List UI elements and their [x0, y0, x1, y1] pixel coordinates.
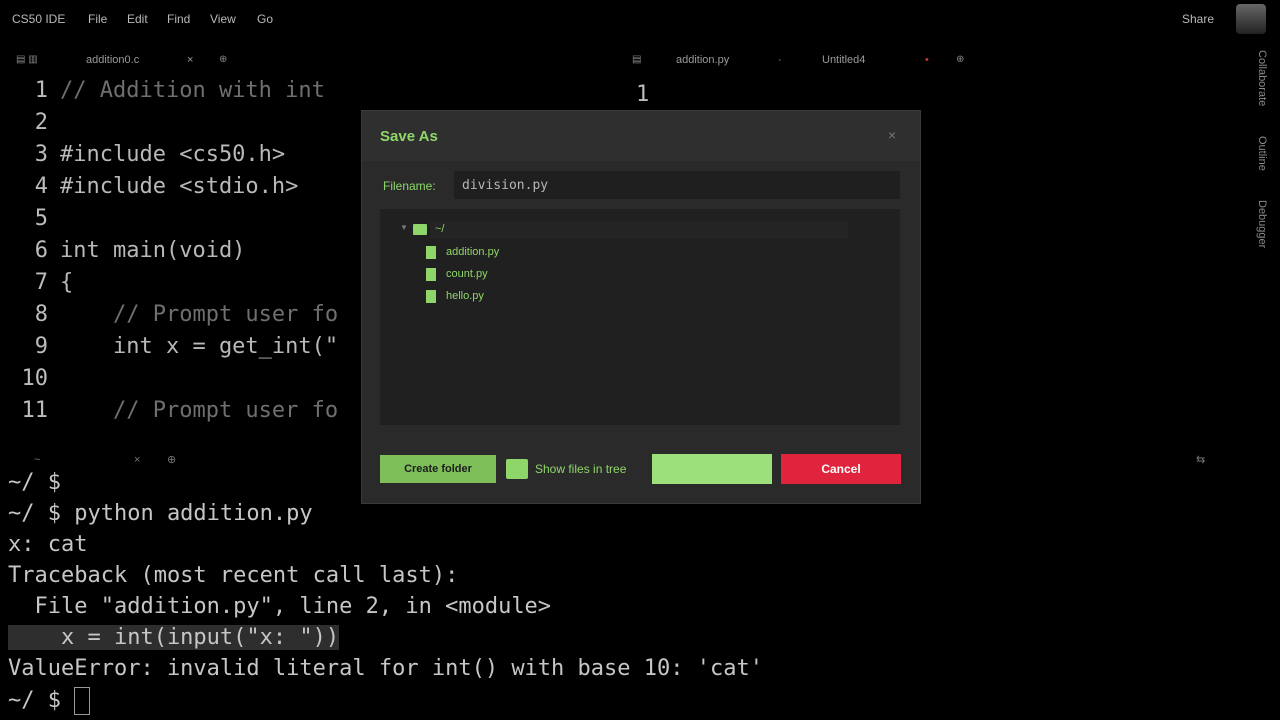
terminal-cursor — [74, 687, 91, 715]
terminal[interactable]: ~/ $ ~/ $ python addition.py x: cat Trac… — [0, 470, 1280, 720]
expand-arrow-icon[interactable]: ▼ — [400, 223, 408, 232]
terminal-line: File "addition.py", line 2, in <module> — [8, 594, 552, 619]
layout-icon[interactable]: ▤ — [632, 54, 641, 65]
close-icon[interactable]: × — [888, 127, 896, 143]
tab-addition-py[interactable]: addition.py — [676, 54, 729, 66]
tree-item-label: count.py — [446, 268, 488, 280]
save-as-dialog: Save As × Filename: ▼ ~/ addition.py cou… — [361, 110, 921, 504]
file-tree[interactable]: ▼ ~/ addition.py count.py hello.py — [380, 209, 900, 425]
tree-file-item[interactable]: hello.py — [380, 288, 900, 308]
left-tab-bar: ▤ ▥ addition0.c × ⊕ — [0, 48, 600, 72]
settings-icon[interactable]: ⇆ — [1196, 453, 1205, 466]
show-files-checkbox[interactable] — [506, 459, 528, 479]
create-folder-button[interactable]: Create folder — [380, 455, 496, 483]
menu-find[interactable]: Find — [167, 12, 190, 26]
python-file-icon — [426, 246, 436, 259]
side-panel-collaborate[interactable]: Collaborate — [1256, 50, 1268, 106]
dialog-title: Save As — [380, 128, 438, 145]
side-panel-outline[interactable]: Outline — [1256, 136, 1268, 171]
tree-file-item[interactable]: addition.py — [380, 244, 900, 264]
cancel-button[interactable]: Cancel — [781, 454, 901, 484]
new-tab-icon[interactable]: ⊕ — [219, 54, 227, 65]
selection-bar — [430, 221, 848, 239]
right-editor-line-number: 1 — [636, 82, 650, 107]
terminal-line: Traceback (most recent call last): — [8, 563, 459, 588]
terminal-line: ValueError: invalid literal for int() wi… — [8, 656, 763, 681]
terminal-line: ~/ $ python addition.py — [8, 501, 313, 526]
terminal-line: ~/ $ — [8, 470, 61, 495]
menu-file[interactable]: File — [88, 12, 107, 26]
tree-item-label: hello.py — [446, 290, 484, 302]
unsaved-dot-icon[interactable]: • — [925, 54, 929, 66]
menu-view[interactable]: View — [210, 12, 236, 26]
terminal-prompt[interactable]: ~/ $ — [8, 687, 91, 717]
side-panel-debugger[interactable]: Debugger — [1256, 200, 1268, 248]
python-file-icon — [426, 290, 436, 303]
close-icon[interactable]: × — [134, 454, 140, 466]
tab-close-icon[interactable]: · — [778, 54, 782, 66]
show-files-label: Show files in tree — [535, 462, 627, 476]
share-button[interactable]: Share — [1182, 12, 1214, 26]
tab-addition0-c[interactable]: addition0.c — [86, 54, 139, 66]
app-brand[interactable]: CS50 IDE — [12, 12, 65, 26]
terminal-line: x: cat — [8, 532, 88, 557]
layout-icon[interactable]: ▤ ▥ — [16, 54, 38, 65]
filename-label: Filename: — [383, 179, 436, 193]
right-tab-bar: ▤ addition.py · Untitled4 • ⊕ — [620, 48, 1240, 72]
avatar[interactable] — [1236, 4, 1266, 34]
menu-bar: CS50 IDE File Edit Find View Go Share — [0, 0, 1280, 38]
tab-untitled4[interactable]: Untitled4 — [822, 54, 865, 66]
new-tab-icon[interactable]: ⊕ — [956, 54, 964, 65]
save-button[interactable]: Save — [652, 454, 772, 484]
terminal-tab[interactable]: ~ — [34, 454, 40, 466]
python-file-icon — [426, 268, 436, 281]
menu-edit[interactable]: Edit — [127, 12, 148, 26]
new-tab-icon[interactable]: ⊕ — [167, 453, 176, 466]
tree-item-label: ~/ — [435, 223, 445, 235]
menu-go[interactable]: Go — [257, 12, 273, 26]
filename-input[interactable] — [454, 171, 900, 199]
dialog-header: Save As × — [362, 111, 920, 161]
tree-file-item[interactable]: count.py — [380, 266, 900, 286]
tree-root-folder[interactable]: ▼ ~/ — [380, 221, 900, 241]
tab-close-icon[interactable]: × — [187, 54, 193, 66]
terminal-line-highlighted: x = int(input("x: ")) — [8, 625, 340, 650]
tree-item-label: addition.py — [446, 246, 500, 258]
folder-icon — [413, 224, 427, 235]
